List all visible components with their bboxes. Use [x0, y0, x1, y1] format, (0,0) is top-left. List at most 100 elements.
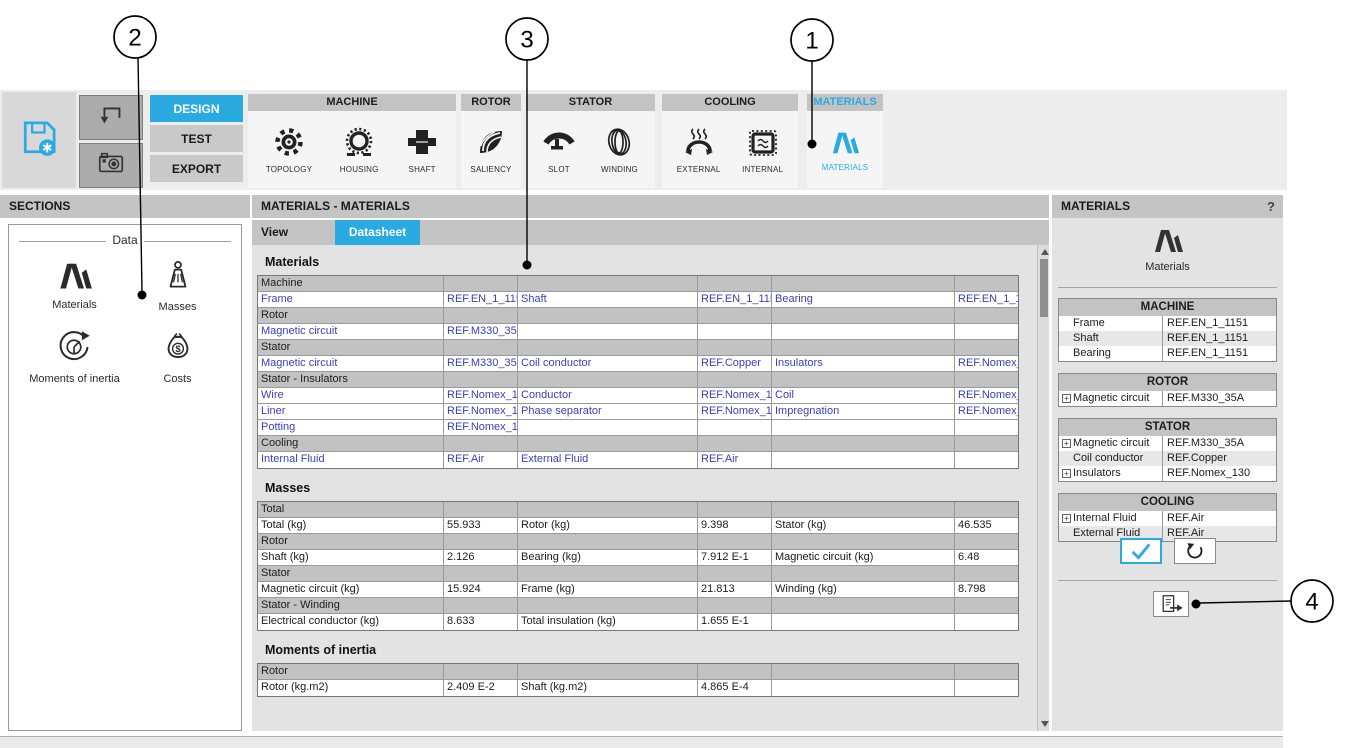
panel-row-label: Frame: [1073, 316, 1105, 331]
panel-row-value[interactable]: REF.Copper: [1162, 451, 1276, 466]
panel-table-row[interactable]: Frame REF.EN_1_1151: [1059, 316, 1276, 331]
validate-button[interactable]: [1120, 538, 1162, 564]
scroll-down-arrow-icon[interactable]: [1041, 721, 1049, 727]
export-materials-button[interactable]: [1153, 591, 1189, 617]
tab-design[interactable]: DESIGN: [150, 95, 243, 122]
panel-table-row[interactable]: Internal FluidREF.Air: [1059, 511, 1276, 526]
shaft-button[interactable]: SHAFT: [406, 126, 438, 174]
divider: [1058, 580, 1277, 581]
expand-plus-icon[interactable]: [1062, 469, 1071, 478]
table-value-cell[interactable]: REF.Nomex_130: [444, 404, 518, 420]
table-value-cell[interactable]: REF.M330_35A: [444, 356, 518, 372]
panel-row-value[interactable]: REF.Air: [1162, 511, 1276, 526]
slot-button[interactable]: SLOT: [543, 126, 575, 174]
sidebar-item-inertia[interactable]: Moments of inertia: [29, 329, 119, 385]
table-value-cell[interactable]: REF.EN_1_1151: [955, 292, 1018, 308]
table-value-cell[interactable]: REF.Nomex_130: [955, 388, 1018, 404]
tab-view[interactable]: View: [252, 220, 332, 245]
table-value-cell[interactable]: REF.EN_1_1151: [444, 292, 518, 308]
expand-plus-icon[interactable]: [1062, 394, 1071, 403]
topology-button[interactable]: TOPOLOGY: [266, 126, 312, 174]
panel-row-value[interactable]: REF.M330_35A: [1162, 436, 1276, 451]
tab-export[interactable]: EXPORT: [150, 155, 243, 182]
table-value-cell: [955, 324, 1018, 340]
table-label-cell: Magnetic circuit (kg): [258, 582, 444, 598]
table-value-cell[interactable]: REF.Nomex_130: [444, 388, 518, 404]
group-stator: STATOR SLOT: [526, 94, 655, 188]
panel-table-row[interactable]: ShaftREF.EN_1_1151: [1059, 331, 1276, 346]
table-value-cell[interactable]: REF.Nomex_130: [698, 388, 772, 404]
vertical-scrollbar[interactable]: [1037, 245, 1049, 731]
return-arrow-button[interactable]: [79, 95, 143, 140]
materials-button[interactable]: MATERIALS: [822, 128, 869, 172]
panel-table-cooling: COOLINGInternal FluidREF.AirExternal Flu…: [1058, 493, 1277, 542]
panel-table-row[interactable]: InsulatorsREF.Nomex_130: [1059, 466, 1276, 481]
scrollbar-thumb[interactable]: [1040, 259, 1048, 317]
group-cooling-title: COOLING: [662, 94, 798, 111]
scroll-up-arrow-icon[interactable]: [1041, 249, 1049, 255]
table-value-cell[interactable]: REF.Air: [698, 452, 772, 468]
panel-help-icon[interactable]: ?: [1267, 195, 1275, 218]
table-group-cell: [444, 502, 518, 518]
panel-row-value[interactable]: REF.EN_1_1151: [1162, 331, 1276, 346]
table-group-cell: [698, 664, 772, 680]
table-group-row: Stator - Winding: [258, 598, 1018, 614]
table-group-cell: [518, 598, 698, 614]
panel-row-value[interactable]: REF.EN_1_1151: [1162, 346, 1276, 361]
table-value-cell[interactable]: REF.Nomex_130: [444, 420, 518, 436]
expand-plus-icon[interactable]: [1062, 439, 1071, 448]
table-value-cell[interactable]: REF.M330_35A: [444, 324, 518, 340]
saliency-button[interactable]: SALIENCY: [470, 126, 511, 174]
panel-row-value[interactable]: REF.EN_1_1151: [1162, 316, 1276, 331]
divider: [1058, 287, 1277, 288]
table-group-cell: [955, 534, 1018, 550]
svg-text:2: 2: [128, 25, 141, 52]
table-value-cell[interactable]: REF.Copper: [698, 356, 772, 372]
table-label-cell: [518, 324, 698, 340]
panel-table-row[interactable]: Coil conductorREF.Copper: [1059, 451, 1276, 466]
sidebar-item-materials[interactable]: Materials: [52, 259, 97, 313]
internal-cooling-button[interactable]: INTERNAL: [742, 126, 783, 174]
table-label-cell: Bearing (kg): [518, 550, 698, 566]
camera-icon: [96, 148, 126, 183]
panel-tables: MACHINEFrameREF.EN_1_1151ShaftREF.EN_1_1…: [1058, 298, 1277, 553]
panel-row-value[interactable]: REF.M330_35A: [1162, 391, 1276, 406]
sidebar-item-masses[interactable]: Masses: [159, 259, 197, 313]
table-group-cell: Stator - Winding: [258, 598, 444, 614]
saliency-icon: [475, 126, 507, 163]
sidebar-item-costs[interactable]: $ Costs: [160, 329, 196, 385]
screenshot-button[interactable]: [79, 143, 143, 188]
table-group-row: Stator: [258, 566, 1018, 582]
table-value-cell: 2.126: [444, 550, 518, 566]
expand-plus-icon[interactable]: [1062, 514, 1071, 523]
external-cooling-button[interactable]: EXTERNAL: [677, 126, 721, 174]
table-value-cell[interactable]: REF.Nomex_130: [955, 404, 1018, 420]
table-group-row: Cooling: [258, 436, 1018, 452]
table-value-cell[interactable]: REF.Air: [444, 452, 518, 468]
table-group-cell: [518, 566, 698, 582]
table-group-cell: Stator: [258, 340, 444, 356]
panel-table-row[interactable]: BearingREF.EN_1_1151: [1059, 346, 1276, 361]
restore-button[interactable]: [1174, 538, 1216, 564]
panel-table-row[interactable]: Magnetic circuitREF.M330_35A: [1059, 391, 1276, 406]
top-toolbar: DESIGN TEST EXPORT MACHINE TOPOLOGY: [0, 90, 1287, 190]
panel-table-row[interactable]: Magnetic circuitREF.M330_35A: [1059, 436, 1276, 451]
table-value-cell: 46.535: [955, 518, 1018, 534]
table-value-cell[interactable]: REF.Nomex_130: [955, 356, 1018, 372]
winding-button[interactable]: WINDING: [601, 126, 638, 174]
table-value-cell[interactable]: REF.EN_1_1151: [698, 292, 772, 308]
tab-test[interactable]: TEST: [150, 125, 243, 152]
table-group-cell: [772, 598, 955, 614]
sections-panel: SECTIONS Data Materials: [0, 195, 250, 748]
housing-icon: [343, 126, 375, 163]
table-group-cell: [698, 534, 772, 550]
table-value-cell[interactable]: REF.Nomex_130: [698, 404, 772, 420]
panel-table-machine: MACHINEFrameREF.EN_1_1151ShaftREF.EN_1_1…: [1058, 298, 1277, 362]
panel-row-value[interactable]: REF.Nomex_130: [1162, 466, 1276, 481]
table-value-cell: 7.912 E-1: [698, 550, 772, 566]
housing-button[interactable]: HOUSING: [340, 126, 379, 174]
tab-datasheet[interactable]: Datasheet: [335, 220, 420, 245]
table-group-cell: [444, 664, 518, 680]
table-label-cell: Winding (kg): [772, 582, 955, 598]
save-button[interactable]: [2, 92, 76, 188]
